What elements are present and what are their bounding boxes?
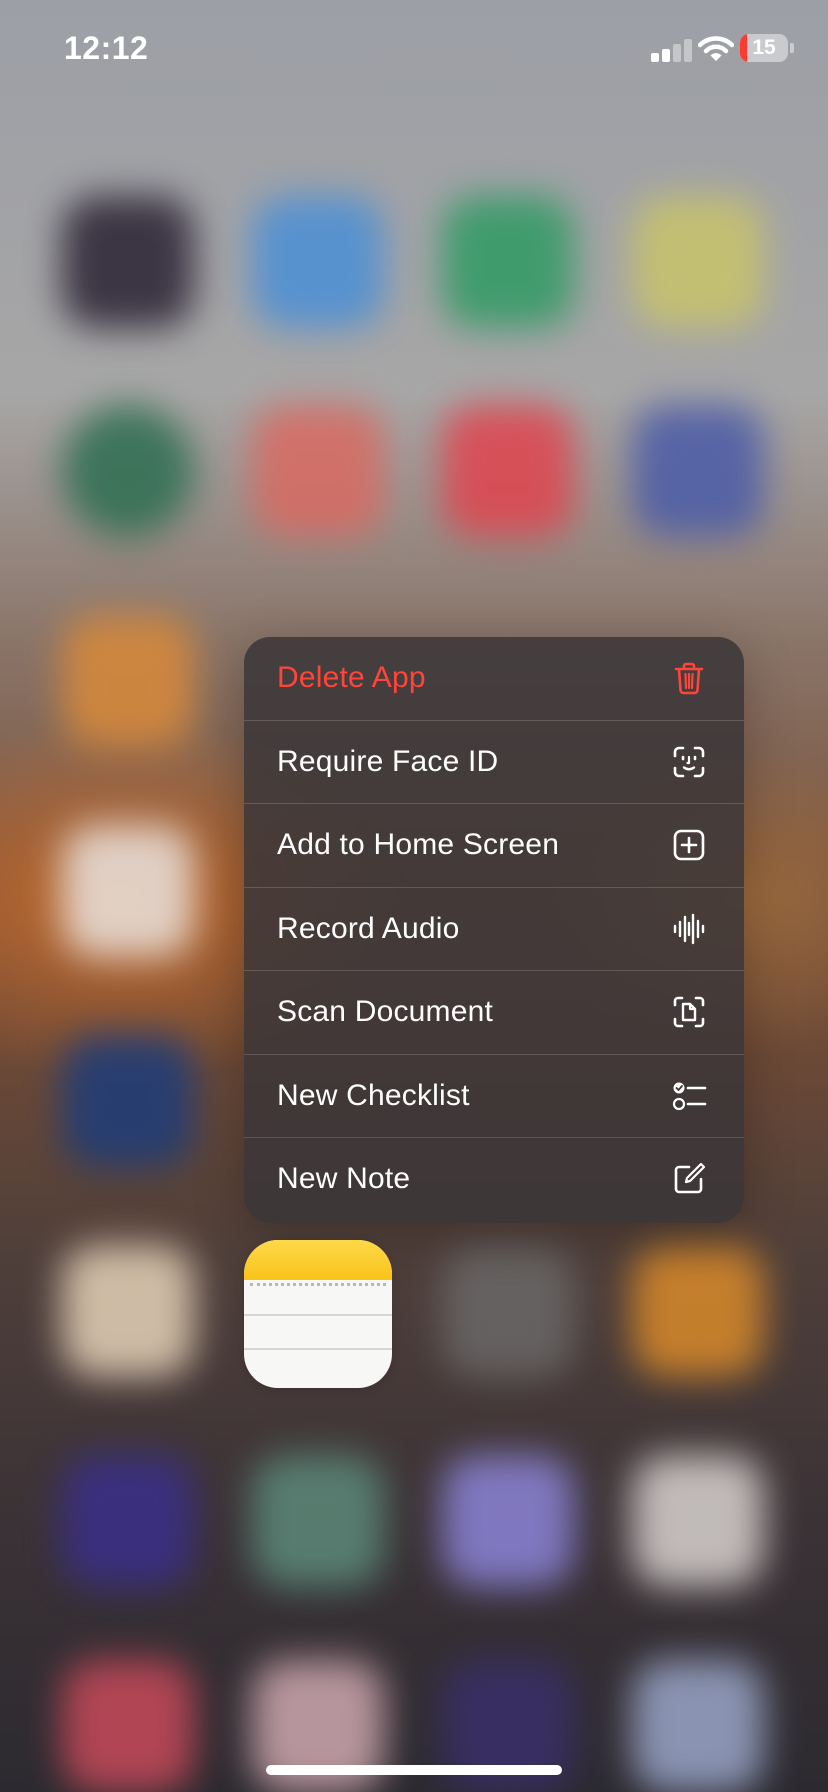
blurred-app-icon [442,1245,574,1377]
compose-icon [672,1162,706,1196]
cellular-signal-icon [651,38,695,62]
notes-icon-header [244,1240,392,1280]
menu-item-label: Record Audio [277,911,460,945]
menu-item-label: Add to Home Screen [277,828,560,862]
menu-item-new-note[interactable]: New Note [244,1138,744,1221]
status-time: 12:12 [64,30,149,66]
waveform-icon [672,912,706,946]
plus-square-icon [672,828,706,862]
notes-app-icon[interactable] [244,1240,392,1388]
signal-bar [651,53,659,62]
home-indicator[interactable] [266,1765,562,1775]
menu-item-label: New Note [277,1162,411,1196]
menu-item-add-to-home-screen[interactable]: Add to Home Screen [244,804,744,888]
battery-tip [790,43,794,53]
menu-item-label: New Checklist [277,1078,470,1112]
signal-bar [662,49,670,62]
blurred-app-icon [62,615,194,747]
menu-item-label: Delete App [277,661,426,695]
blurred-app-icon [62,196,194,328]
blurred-app-icon [252,1455,384,1587]
blurred-app-icon [442,196,574,328]
blurred-app-icon [62,1455,194,1587]
wifi-icon [697,34,735,64]
checklist-icon [672,1079,707,1113]
signal-bar [673,44,681,62]
trash-icon [672,661,706,695]
blurred-app-icon [252,405,384,537]
notes-icon-dotted-rule [250,1283,386,1286]
face-id-icon [672,745,706,779]
menu-item-scan-document[interactable]: Scan Document [244,971,744,1055]
menu-item-new-checklist[interactable]: New Checklist [244,1055,744,1138]
notes-icon-line [244,1348,392,1350]
battery-icon: 15 [740,34,788,62]
doc-viewfinder-icon [672,995,706,1029]
blurred-app-icon [632,1455,764,1587]
blurred-app-icon [62,1660,194,1792]
blurred-app-icon [632,1660,764,1792]
app-context-menu: Delete App Require Face ID Add to Home S… [244,637,744,1223]
menu-item-label: Require Face ID [277,744,499,778]
blurred-app-icon [632,405,764,537]
status-bar: 12:12 15 [0,0,828,100]
blurred-app-icon [442,405,574,537]
blurred-app-icon [62,1245,194,1377]
blurred-app-icon [62,1035,194,1167]
battery-percent: 15 [752,36,776,59]
menu-item-label: Scan Document [277,995,494,1029]
signal-bar [684,39,692,62]
blurred-app-icon [252,196,384,328]
blurred-app-icon [442,1455,574,1587]
blurred-app-icon [632,1245,764,1377]
blurred-app-icon [62,825,194,957]
blurred-app-icon [62,405,194,537]
blurred-app-icon [632,196,764,328]
menu-item-delete-app[interactable]: Delete App [244,637,744,721]
menu-item-record-audio[interactable]: Record Audio [244,888,744,971]
notes-icon-line [244,1314,392,1316]
menu-item-require-face-id[interactable]: Require Face ID [244,721,744,804]
